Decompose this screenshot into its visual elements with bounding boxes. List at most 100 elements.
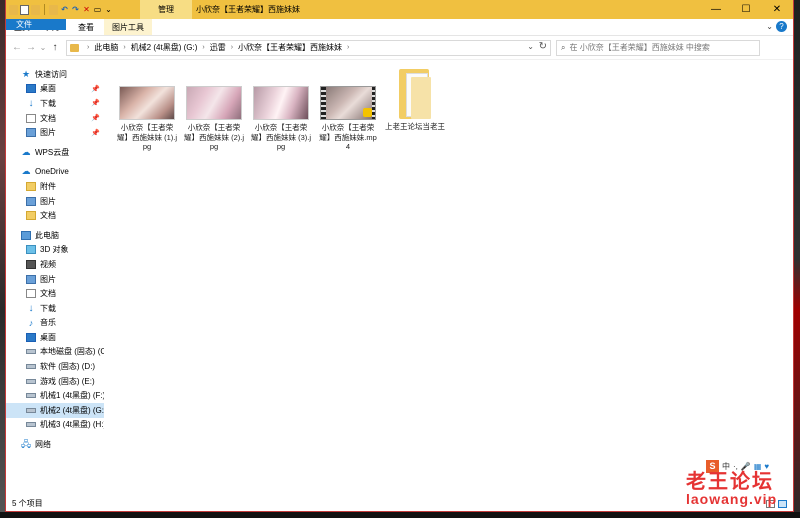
undo-icon[interactable]: ↶ <box>60 5 69 15</box>
file-item[interactable]: 小欣奈【王者荣耀】西施妹妹.mp4 <box>318 86 378 152</box>
delete-icon[interactable]: ✕ <box>82 5 91 15</box>
taskbar-edge <box>0 512 800 518</box>
breadcrumb-current-folder[interactable]: 小欣奈【王者荣耀】西施妹妹 <box>238 42 342 53</box>
sidebar-item-drive-d[interactable]: 软件 (固态) (D:) <box>6 359 104 374</box>
close-button[interactable]: ✕ <box>763 0 791 19</box>
tab-view[interactable]: 查看 <box>70 19 102 35</box>
folder-icon <box>26 181 36 191</box>
recent-locations-icon[interactable]: ⌄ <box>38 41 48 55</box>
properties-icon[interactable] <box>20 4 29 15</box>
sidebar-item-label: 视频 <box>40 259 56 269</box>
up-button[interactable]: ↑ <box>48 41 62 55</box>
sidebar-item-label: 3D 对象 <box>40 245 69 255</box>
address-dropdown-icon[interactable]: ⌄ <box>527 42 534 51</box>
sidebar-item-pc-pictures[interactable]: 图片 <box>6 272 104 287</box>
new-folder-icon[interactable] <box>31 4 40 15</box>
pin-icon[interactable]: 📌 <box>91 129 100 137</box>
pin-icon[interactable]: 📌 <box>91 85 100 93</box>
sidebar-item-label: 机械1 (4t黑盘) (F:) <box>40 391 104 401</box>
sidebar-item-pc-desktop[interactable]: 桌面 <box>6 330 104 345</box>
sidebar-item-videos[interactable]: 视频 <box>6 257 104 272</box>
sidebar-onedrive[interactable]: ☁ OneDrive <box>6 165 104 180</box>
sidebar-item-music[interactable]: ♪ 音乐 <box>6 316 104 331</box>
folder-icon <box>26 211 36 221</box>
breadcrumb-xunlei[interactable]: 迅雷 <box>210 42 226 53</box>
sidebar-item-label: WPS云盘 <box>35 147 70 157</box>
folder-icon[interactable] <box>49 4 58 15</box>
help-icon[interactable]: ? <box>776 21 787 32</box>
download-icon: ↓ <box>28 97 34 109</box>
sidebar-item-label: 桌面 <box>40 332 56 342</box>
forward-button[interactable]: → <box>24 41 38 55</box>
file-name: 小欣奈【王者荣耀】西施妹妹 (2).jpg <box>184 123 244 151</box>
redo-icon[interactable]: ↷ <box>71 5 80 15</box>
sidebar-item-label: 本地磁盘 (固态) (C:) <box>40 347 104 357</box>
sidebar-this-pc[interactable]: 此电脑 <box>6 228 104 243</box>
sidebar-item-label: 下载 <box>40 303 56 313</box>
sidebar-item-drive-f[interactable]: 机械1 (4t黑盘) (F:) <box>6 388 104 403</box>
watermark: 老王论坛 laowang.vip <box>686 465 776 507</box>
sidebar-item-label: 图片 <box>40 274 56 284</box>
file-item[interactable]: 小欣奈【王者荣耀】西施妹妹 (2).jpg <box>184 86 244 152</box>
search-box[interactable]: ⌕ 在 小欣奈【王者荣耀】西施妹妹 中搜索 <box>556 39 760 56</box>
ribbon-tabs: 文件 主页 共享 查看 图片工具 ⌄ ? <box>6 19 793 36</box>
file-item[interactable]: 小欣奈【王者荣耀】西施妹妹 (1).jpg <box>117 86 177 152</box>
folder-icon <box>9 4 18 15</box>
maximize-button[interactable]: ☐ <box>732 0 760 19</box>
sidebar-item-drive-c[interactable]: 本地磁盘 (固态) (C:) <box>6 345 104 360</box>
videos-icon <box>26 259 36 269</box>
back-button[interactable]: ← <box>10 41 24 55</box>
sidebar-item-pc-documents[interactable]: 文档 <box>6 286 104 301</box>
pin-icon[interactable]: 📌 <box>91 99 100 107</box>
manage-context-tab[interactable]: 管理 <box>140 0 192 19</box>
documents-icon <box>26 113 36 123</box>
sidebar-item-label: 网络 <box>35 440 51 450</box>
sidebar-item-pc-downloads[interactable]: ↓ 下载 <box>6 301 104 316</box>
sidebar-item-onedrive-documents[interactable]: 文档 <box>6 208 104 223</box>
chevron-right-icon: › <box>202 44 205 51</box>
file-name: 小欣奈【王者荣耀】西施妹妹 (1).jpg <box>117 123 177 151</box>
expand-ribbon-icon[interactable]: ⌄ <box>766 22 773 31</box>
file-name: 小欣奈【王者荣耀】西施妹妹.mp4 <box>319 123 377 151</box>
sidebar-item-onedrive-pictures[interactable]: 图片 <box>6 194 104 209</box>
sidebar-item-desktop[interactable]: 桌面 📌 <box>6 82 104 97</box>
sidebar-quick-access[interactable]: ★ 快速访问 <box>6 67 104 82</box>
minimize-button[interactable]: — <box>702 0 730 19</box>
computer-icon <box>21 230 31 240</box>
sidebar-wps-cloud[interactable]: ☁ WPS云盘 <box>6 145 104 160</box>
sidebar-item-documents[interactable]: 文档 📌 <box>6 111 104 126</box>
address-bar[interactable]: › 此电脑 › 机械2 (4t黑盘) (G:) › 迅雷 › 小欣奈【王者荣耀】… <box>66 39 551 56</box>
chevron-right-icon: › <box>87 44 90 51</box>
sidebar-item-pictures[interactable]: 图片 📌 <box>6 125 104 140</box>
pictures-icon <box>26 128 36 138</box>
sidebar-item-drive-h[interactable]: 机械3 (4t黑盘) (H:) <box>6 418 104 433</box>
pin-icon[interactable]: 📌 <box>91 114 100 122</box>
large-icons-view-icon[interactable] <box>778 500 787 508</box>
sidebar-item-3d-objects[interactable]: 3D 对象 <box>6 243 104 258</box>
sidebar-item-label: 机械2 (4t黑盘) (G:) <box>40 405 104 415</box>
sidebar-item-drive-g[interactable]: 机械2 (4t黑盘) (G:) <box>6 403 104 418</box>
documents-icon <box>26 289 36 299</box>
watermark-url: laowang.vip <box>686 491 778 507</box>
sidebar-item-attachments[interactable]: 附件 <box>6 179 104 194</box>
sidebar-item-label: 此电脑 <box>35 230 59 240</box>
download-icon: ↓ <box>28 302 34 314</box>
rename-icon[interactable]: ▭ <box>93 5 102 15</box>
sidebar-item-drive-e[interactable]: 游戏 (固态) (E:) <box>6 374 104 389</box>
desktop-icon <box>26 84 36 94</box>
breadcrumb-this-pc[interactable]: 此电脑 <box>94 42 118 53</box>
breadcrumb-drive[interactable]: 机械2 (4t黑盘) (G:) <box>131 42 198 53</box>
sidebar-network[interactable]: 🖧 网络 <box>6 437 104 452</box>
media-player-badge-icon <box>363 108 372 117</box>
tab-picture-tools[interactable]: 图片工具 <box>104 19 152 35</box>
tab-file[interactable]: 文件 <box>6 19 66 30</box>
drive-icon <box>26 393 36 399</box>
file-item[interactable]: 小欣奈【王者荣耀】西施妹妹 (3).jpg <box>251 86 311 152</box>
sidebar-item-downloads[interactable]: ↓ 下载 📌 <box>6 96 104 111</box>
sidebar-item-label: 快速访问 <box>35 69 67 79</box>
customize-toolbar-icon[interactable]: ⌄ <box>104 5 113 15</box>
folder-item[interactable]: 上老王论坛当老王 <box>385 67 445 132</box>
folder-icon <box>395 67 435 119</box>
refresh-icon[interactable]: ↻ <box>539 41 547 52</box>
desktop-background-right <box>794 0 800 518</box>
